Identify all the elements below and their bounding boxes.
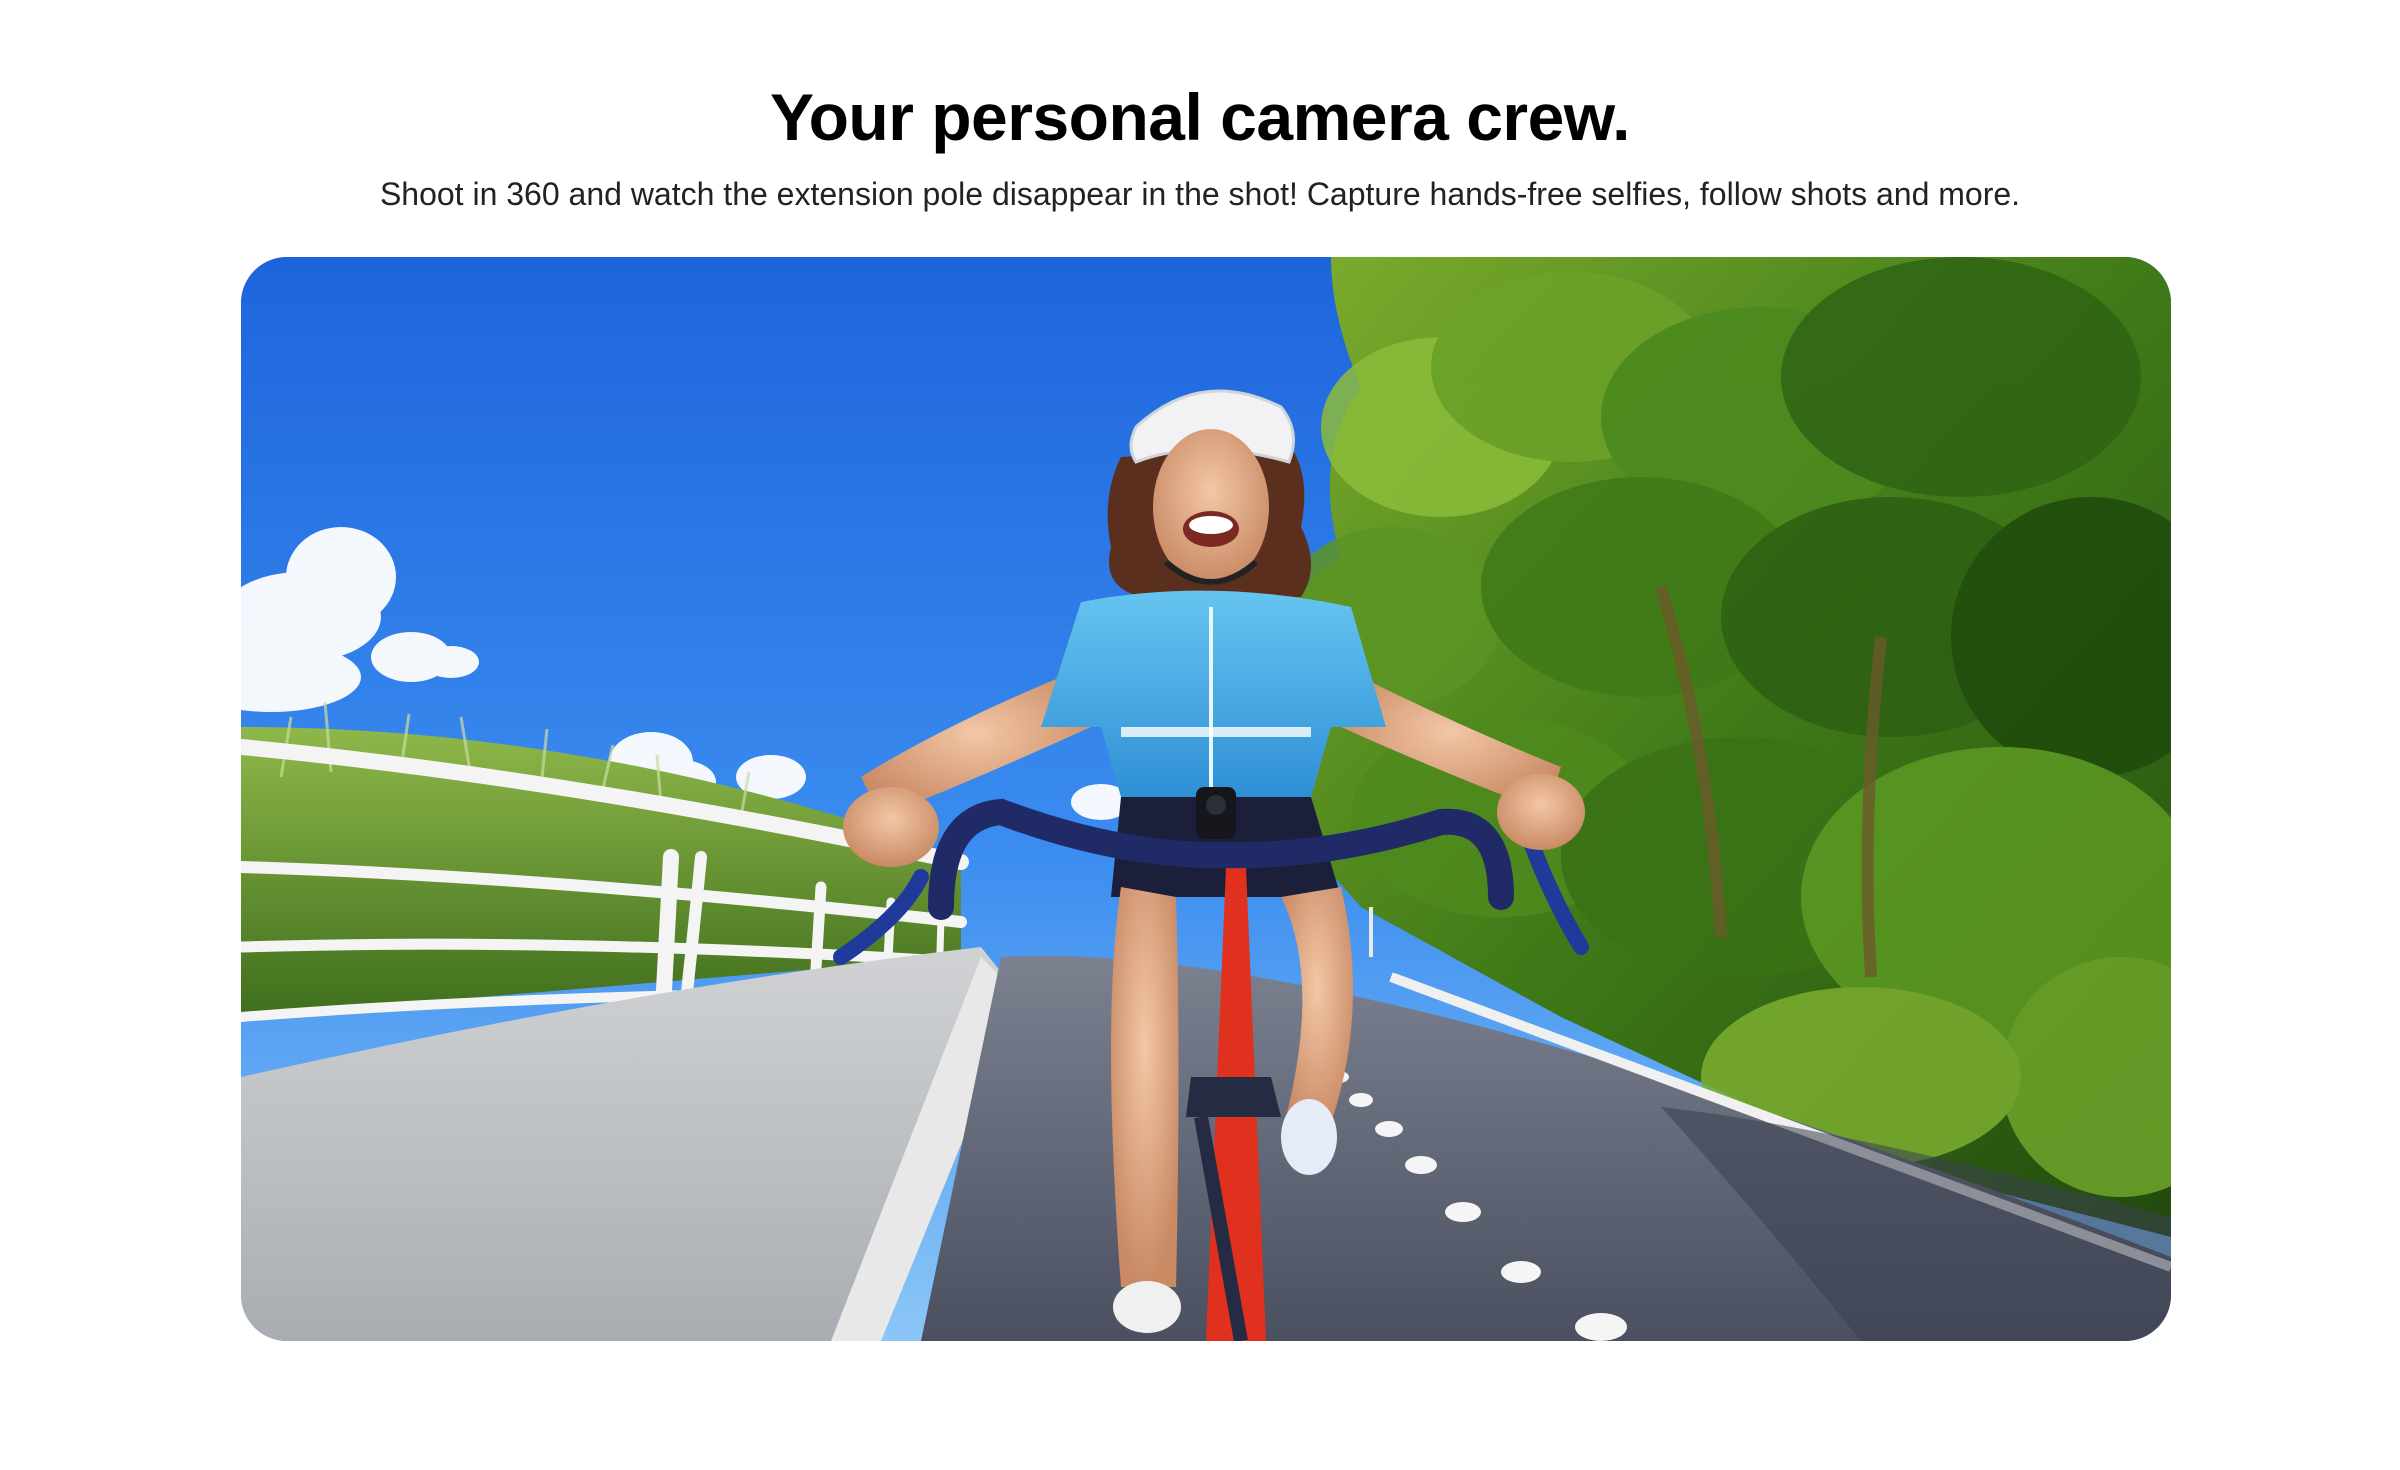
face (1153, 429, 1269, 585)
page-title: Your personal camera crew. (769, 80, 1631, 154)
cyclist-photo (241, 257, 2171, 1341)
page-subtitle: Shoot in 360 and watch the extension pol… (379, 176, 2021, 212)
hero-media (241, 257, 2171, 1341)
